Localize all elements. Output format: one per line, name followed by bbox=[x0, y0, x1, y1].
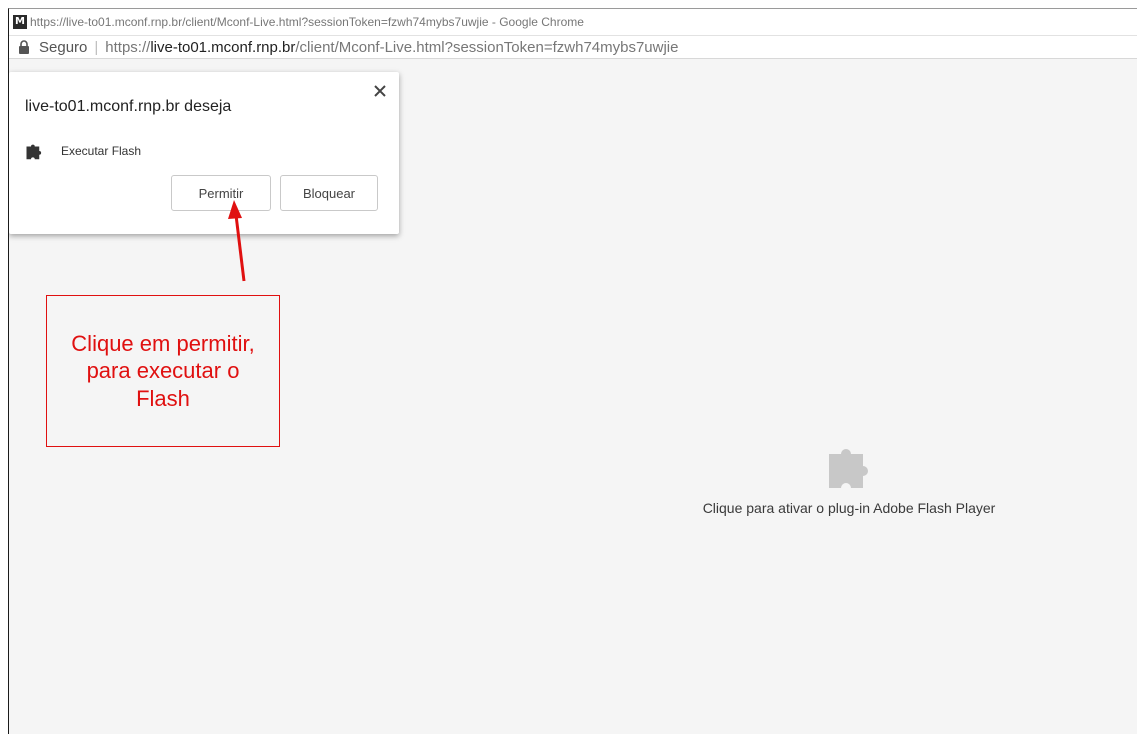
permission-row: Executar Flash bbox=[25, 142, 141, 160]
address-bar[interactable]: Seguro | https://live-to01.mconf.rnp.br /… bbox=[9, 36, 1137, 59]
allow-button[interactable]: Permitir bbox=[171, 175, 271, 211]
lock-icon bbox=[19, 40, 29, 54]
url-scheme: https:// bbox=[105, 38, 151, 56]
block-button[interactable]: Bloquear bbox=[280, 175, 378, 211]
plugin-activate-text[interactable]: Clique para ativar o plug-in Adobe Flash… bbox=[639, 500, 1059, 516]
url-path: /client/Mconf-Live.html?sessionToken=fzw… bbox=[295, 38, 679, 56]
address-separator: | bbox=[94, 38, 99, 56]
annotation-callout: Clique em permitir, para executar o Flas… bbox=[46, 295, 280, 447]
permission-popup: live-to01.mconf.rnp.br deseja Executar F… bbox=[9, 72, 399, 234]
secure-label: Seguro bbox=[39, 38, 88, 56]
annotation-text: Clique em permitir, para executar o Flas… bbox=[71, 331, 255, 411]
app-icon: M bbox=[13, 15, 27, 29]
puzzle-piece-icon bbox=[829, 449, 868, 488]
permission-label: Executar Flash bbox=[61, 144, 142, 158]
close-icon[interactable] bbox=[373, 84, 387, 98]
puzzle-piece-icon bbox=[26, 144, 42, 160]
flash-plugin-placeholder[interactable]: Clique para ativar o plug-in Adobe Flash… bbox=[639, 442, 1059, 516]
url-domain: live-to01.mconf.rnp.br bbox=[150, 38, 296, 56]
window-titlebar: M https://live-to01.mconf.rnp.br/client/… bbox=[9, 9, 1137, 36]
popup-title: live-to01.mconf.rnp.br deseja bbox=[25, 98, 232, 115]
window-title: https://live-to01.mconf.rnp.br/client/Mc… bbox=[30, 15, 584, 29]
